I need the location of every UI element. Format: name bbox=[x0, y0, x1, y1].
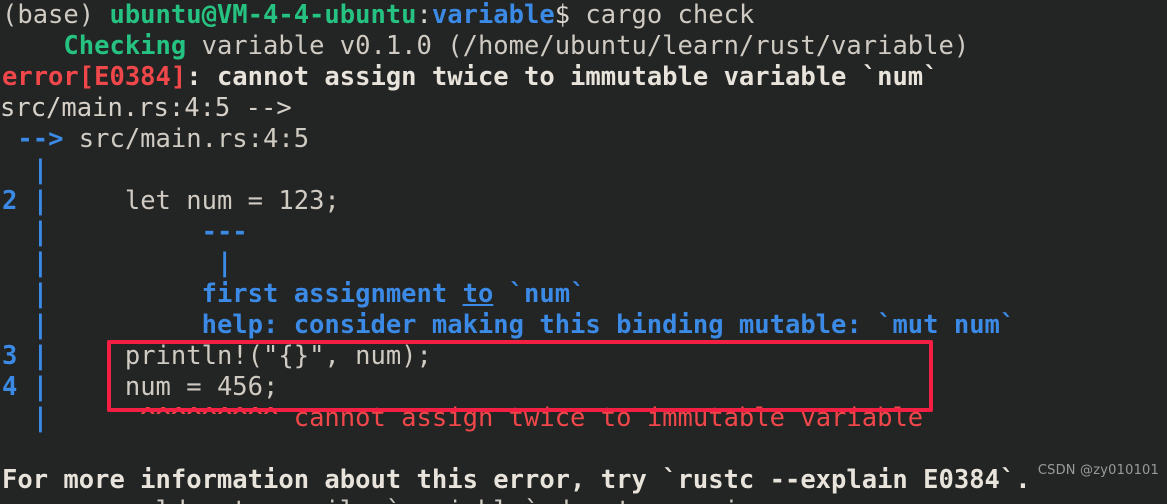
prompt-colon: : bbox=[416, 0, 432, 30]
location-arrow-icon: --> bbox=[17, 124, 64, 154]
gutter-pad bbox=[2, 155, 33, 185]
gutter-bar-icon: | bbox=[2, 248, 64, 278]
line-number-3: 3 bbox=[2, 341, 18, 371]
first-assignment-line: | first assignment to `num` bbox=[0, 279, 1167, 310]
gutter-bar-icon: | bbox=[2, 310, 64, 340]
help-suggestion-text: help: consider making this binding mutab… bbox=[63, 310, 1016, 340]
error-location: src/main.rs:4:5 bbox=[63, 124, 310, 154]
error-header-line: error[E0384]: cannot assign twice to imm… bbox=[0, 62, 1167, 93]
gutter-bar-icon: | bbox=[32, 155, 49, 185]
gutter-bar-icon: | bbox=[17, 372, 49, 402]
caret-markers: ^^^^^^^^^ bbox=[63, 403, 279, 433]
source-line-4: 4 | num = 456; bbox=[0, 372, 1167, 403]
source-line-3: 3 | println!("{}", num); bbox=[0, 341, 1167, 372]
error-colon: : bbox=[186, 62, 217, 92]
prompt-user-host: ubuntu@VM-4-4-ubuntu bbox=[109, 0, 417, 30]
terminal-window[interactable]: (base) ubuntu@VM-4-4-ubuntu:variable$ ca… bbox=[0, 0, 1167, 504]
error-location-line: --> src/main.rs:4:5 bbox=[0, 124, 1167, 155]
prompt-command: cargo check bbox=[585, 0, 755, 30]
gutter-bar-line-1: | bbox=[0, 155, 1167, 186]
first-assignment-text-a: first assignment bbox=[63, 279, 463, 309]
prompt-sigil: $ bbox=[554, 0, 586, 30]
span-dashes: --- bbox=[63, 217, 248, 247]
caret-underline-line: | ^^^^^^^^^ cannot assign twice to immut… bbox=[0, 403, 1167, 434]
error-code: error[E0384] bbox=[2, 62, 187, 92]
source-code-3: println!("{}", num); bbox=[48, 341, 432, 371]
final-error-text: : could not compile `variable` due to pr… bbox=[79, 496, 877, 504]
span-pipe-line: | | bbox=[0, 248, 1167, 279]
arrow-indent bbox=[2, 124, 17, 154]
gutter-bar-icon: | bbox=[17, 186, 49, 216]
error-message: cannot assign twice to immutable variabl… bbox=[216, 62, 939, 92]
span-pipe-mark: | bbox=[63, 248, 233, 278]
more-info-line: For more information about this error, t… bbox=[0, 465, 1167, 496]
gutter-bar-icon: | bbox=[2, 403, 64, 433]
prompt-env: (base) bbox=[2, 0, 110, 30]
first-assignment-to: to bbox=[462, 279, 494, 309]
line-number-4: 4 bbox=[2, 372, 18, 402]
more-info-text: For more information about this error, t… bbox=[2, 465, 1031, 495]
checking-status: Checking bbox=[63, 31, 187, 61]
help-suggestion-line: | help: consider making this binding mut… bbox=[0, 310, 1167, 341]
checking-package-info: variable v0.1.0 (/home/ubuntu/learn/rust… bbox=[186, 31, 970, 61]
prompt-line: (base) ubuntu@VM-4-4-ubuntu:variable$ ca… bbox=[0, 0, 1167, 31]
final-error-label: error bbox=[2, 496, 79, 504]
gutter-bar-icon: | bbox=[2, 217, 64, 247]
source-code-2: let num = 123; bbox=[48, 186, 340, 216]
watermark-label: CSDN @zy010101 bbox=[1037, 463, 1159, 478]
checking-indent bbox=[2, 31, 63, 61]
source-code-4: num = 456; bbox=[48, 372, 279, 402]
gutter-bar-icon: | bbox=[17, 341, 49, 371]
final-error-line: error: could not compile `variable` due … bbox=[0, 496, 1167, 504]
first-assignment-text-b: `num` bbox=[493, 279, 586, 309]
span-dashes-line: | --- bbox=[0, 217, 1167, 248]
cargo-checking-line: Checking variable v0.1.0 (/home/ubuntu/l… bbox=[0, 31, 1167, 62]
source-line-2: 2 | let num = 123; bbox=[0, 186, 1167, 217]
prompt-path: variable bbox=[431, 0, 555, 30]
line-number-2: 2 bbox=[2, 186, 18, 216]
gutter-bar-icon: | bbox=[2, 279, 64, 309]
caret-message: cannot assign twice to immutable variabl… bbox=[278, 403, 924, 433]
